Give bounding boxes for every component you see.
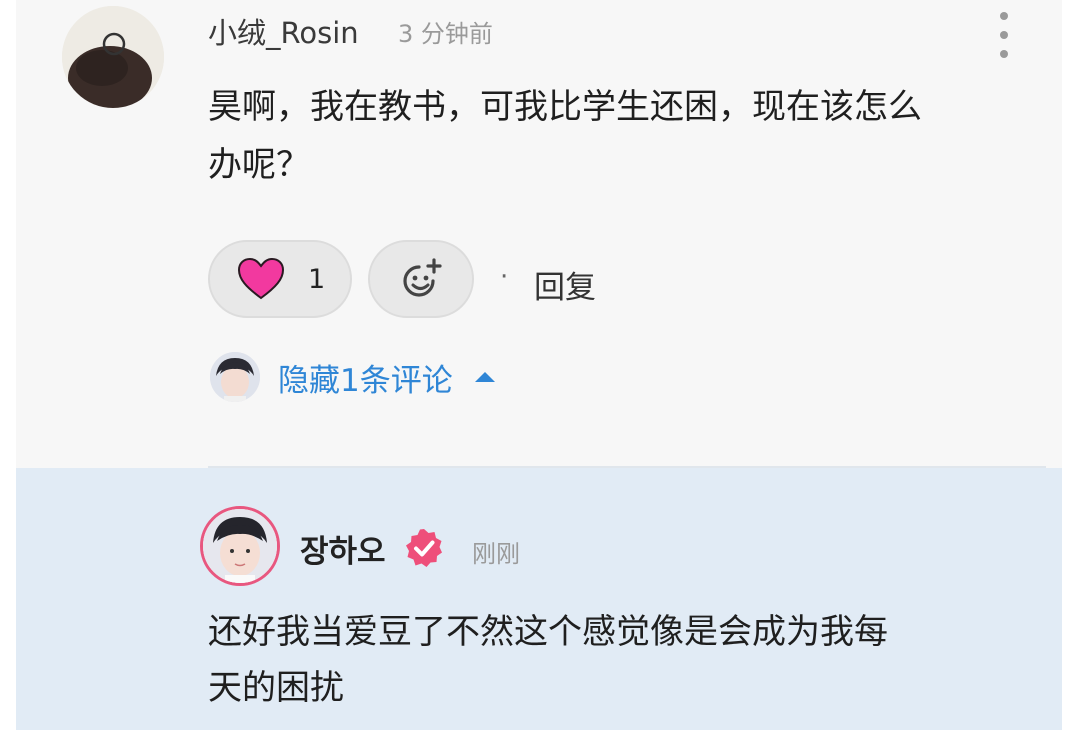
- reply-timestamp: 刚刚: [472, 540, 520, 568]
- caret-up-icon: [474, 372, 495, 382]
- comment-timestamp: 3 分钟前: [398, 20, 493, 48]
- reply-text-line: 还好我当爱豆了不然这个感觉像是会成为我每: [208, 612, 888, 652]
- comment-username[interactable]: 小绒_Rosin: [208, 10, 359, 52]
- more-vertical-icon[interactable]: [996, 12, 1012, 58]
- comment-text: 昊啊，我在教书，可我比学生还困，现在该怎么 办呢？: [208, 78, 1028, 194]
- reply-username[interactable]: 장하오: [300, 526, 386, 571]
- like-button[interactable]: 1: [208, 240, 352, 318]
- add-emoji-icon: [403, 258, 442, 297]
- heart-icon: [238, 258, 284, 300]
- reply-text: 还好我当爱豆了不然这个感觉像是会成为我每 天的困扰: [208, 604, 1008, 716]
- like-count: 1: [308, 263, 326, 295]
- verified-badge-icon: [406, 529, 442, 567]
- reply-text-line: 天的困扰: [208, 668, 344, 708]
- reply-user-avatar[interactable]: [200, 506, 280, 586]
- replier-avatar-small: [210, 352, 260, 402]
- separator-dot: ·: [500, 262, 509, 292]
- user-avatar[interactable]: [62, 6, 164, 108]
- add-reaction-button[interactable]: [368, 240, 474, 318]
- comment-text-line: 昊啊，我在教书，可我比学生还困，现在该怎么: [208, 87, 922, 127]
- comment-text-line: 办呢？: [208, 145, 310, 185]
- reply-button[interactable]: 回复: [534, 262, 596, 307]
- hidden-replies-toggle[interactable]: 隐藏1条评论: [210, 352, 495, 402]
- hidden-replies-label: 隐藏1条评论: [278, 362, 453, 399]
